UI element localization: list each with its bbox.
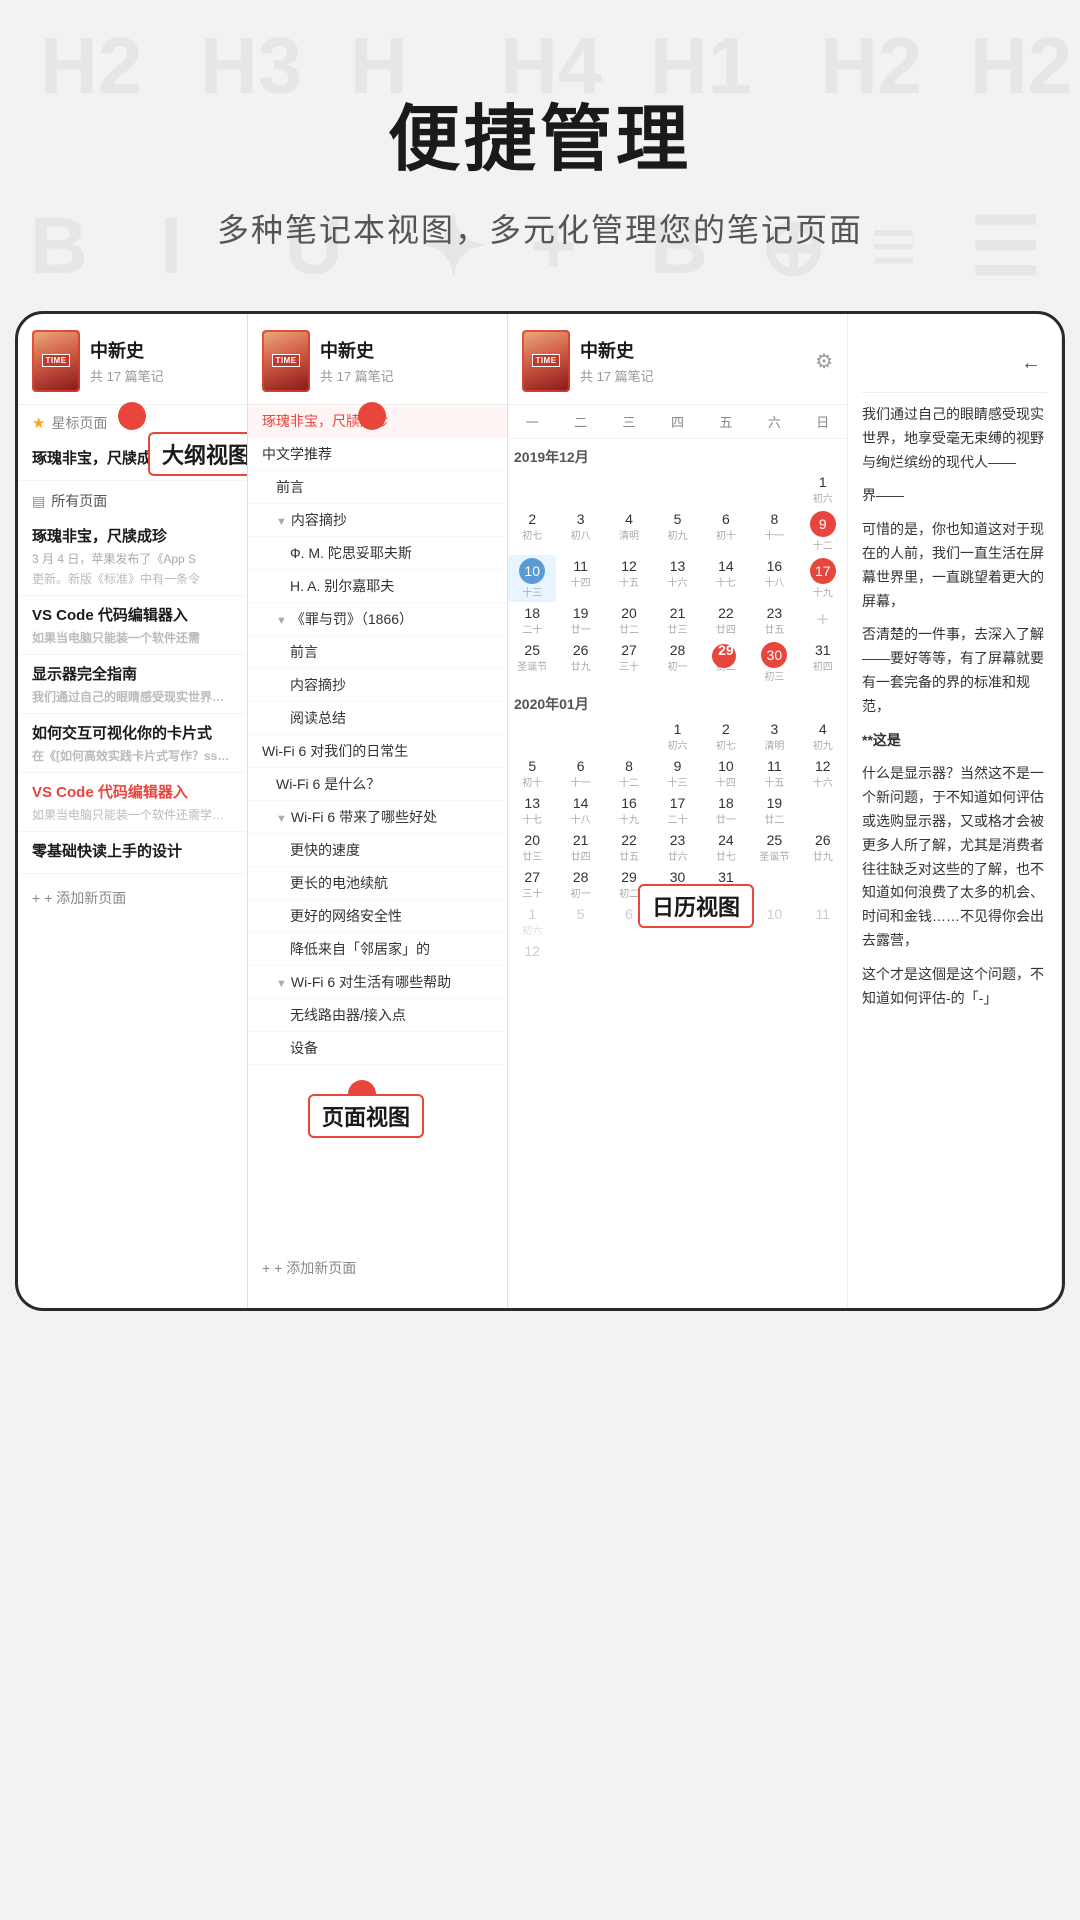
outline-item-14[interactable]: 更长的电池续航 bbox=[248, 867, 507, 900]
panel1-header: TIME 中新史 共 17 篇笔记 bbox=[18, 314, 247, 405]
outline-item-19[interactable]: 设备 bbox=[248, 1032, 507, 1065]
notebook-cover-1: TIME bbox=[32, 330, 80, 392]
list-note-vs2[interactable]: VS Code 代码编辑器入 如果当电脑只能装一个软件还需学习工作时，不知道你的… bbox=[18, 773, 247, 832]
notebook-cover-2: TIME bbox=[262, 330, 310, 392]
text-p7: 这个才是这個是这个问题，不知道如何评估-的「-」 bbox=[862, 963, 1047, 1011]
outline-item-12[interactable]: ▼Wi-Fi 6 带来了哪些好处 bbox=[248, 801, 507, 834]
list-note-display[interactable]: 显示器完全指南 我们通过自己的眼睛感受现实世界，受着毫无束缚的视野与绚烂缤纷 bbox=[18, 655, 247, 714]
outline-item-18[interactable]: 无线路由器/接入点 bbox=[248, 999, 507, 1032]
text-content-panel: ← 我们通过自己的眼睛感受现实世界，地享受毫无束缚的视野与绚烂缤纷的现代人—— … bbox=[848, 314, 1061, 1308]
ipad-frame: TIME 中新史 共 17 篇笔记 ★ 星标页面 琢瑰非宝，尺牍成珍 ▤ bbox=[15, 311, 1065, 1311]
add-page-label-1: + 添加新页面 bbox=[44, 888, 126, 908]
panel2-header: TIME 中新史 共 17 篇笔记 bbox=[248, 314, 507, 405]
outline-item-8[interactable]: 内容摘抄 bbox=[248, 669, 507, 702]
notebook-name-2: 中新史 bbox=[320, 337, 394, 363]
month-label-dec: 2019年12月 bbox=[508, 439, 847, 471]
notebook-count-2: 共 17 篇笔记 bbox=[320, 366, 394, 385]
month-label-jan: 2020年01月 bbox=[508, 686, 847, 718]
calendar-weekdays: 一 二 三 四 五 六 日 bbox=[508, 405, 847, 439]
back-icon[interactable]: ← bbox=[1021, 346, 1041, 380]
device-area: TIME 中新史 共 17 篇笔记 ★ 星标页面 琢瑰非宝，尺牍成珍 ▤ bbox=[0, 311, 1080, 1411]
add-page-btn-1[interactable]: + + 添加新页面 bbox=[18, 878, 247, 918]
notebook-count-1: 共 17 篇笔记 bbox=[90, 366, 164, 385]
calendar-section: TIME 中新史 共 17 篇笔记 ⚙ 一 二 三 四 五 六 bbox=[508, 314, 848, 1308]
callout-page: 页面视图 bbox=[308, 1094, 424, 1138]
outline-item-10[interactable]: Wi-Fi 6 对我们的日常生 bbox=[248, 735, 507, 768]
outline-item-3[interactable]: ▼内容摘抄 bbox=[248, 504, 507, 537]
calendar-dec: 1初六 2初七 3初八 4清明 5初九 6初十 8十一 9十二 10十三 11十… bbox=[508, 471, 847, 686]
annotation-dot-1 bbox=[118, 402, 146, 430]
outline-item-1[interactable]: 中文学推荐 bbox=[248, 438, 507, 471]
text-p2: 界—— bbox=[862, 484, 1047, 508]
document-icon: ▤ bbox=[32, 493, 45, 510]
callout-calendar: 日历视图 bbox=[638, 884, 754, 928]
starred-label: 星标页面 bbox=[51, 413, 107, 433]
list-note-vs1[interactable]: VS Code 代码编辑器入 如果当电脑只能装一个软件还需 bbox=[18, 596, 247, 655]
add-page-btn-2[interactable]: + + 添加新页面 bbox=[248, 1248, 370, 1288]
outline-item-7[interactable]: 前言 bbox=[248, 636, 507, 669]
text-p1: 我们通过自己的眼睛感受现实世界，地享受毫无束缚的视野与绚烂缤纷的现代人—— bbox=[862, 403, 1047, 474]
all-pages-label: 所有页面 bbox=[51, 491, 107, 511]
panel-outline: TIME 中新史 共 17 篇笔记 琢瑰非宝，尺牍成珍 中文学推荐 前言 ▼内容… bbox=[248, 314, 508, 1308]
plus-icon-2: + bbox=[262, 1260, 270, 1276]
text-p5: **这是 bbox=[862, 729, 1047, 753]
outline-item-2[interactable]: 前言 bbox=[248, 471, 507, 504]
outline-item-4[interactable]: Ф. M. 陀思妥耶夫斯 bbox=[248, 537, 507, 570]
outline-item-16[interactable]: 降低来自「邻居家」的 bbox=[248, 933, 507, 966]
outline-item-13[interactable]: 更快的速度 bbox=[248, 834, 507, 867]
annotation-dot-2 bbox=[358, 402, 386, 430]
panel3-header: TIME 中新史 共 17 篇笔记 ⚙ bbox=[508, 314, 847, 405]
notebook-name-1: 中新史 bbox=[90, 337, 164, 363]
list-note-design[interactable]: 零基础快读上手的设计 bbox=[18, 832, 247, 874]
panel-calendar: TIME 中新史 共 17 篇笔记 ⚙ 一 二 三 四 五 六 bbox=[508, 314, 1062, 1308]
page-subtitle: 多种笔记本视图，多元化管理您的笔记页面 bbox=[0, 205, 1080, 251]
page-title: 便捷管理 bbox=[0, 80, 1080, 185]
star-icon: ★ bbox=[32, 414, 45, 432]
outline-item-6[interactable]: ▼《罪与罚》（1866） bbox=[248, 603, 507, 636]
callout-outline: 大纲视图 bbox=[148, 432, 248, 476]
notebook-name-3: 中新史 bbox=[580, 337, 654, 363]
panel3-text-header: ← bbox=[862, 330, 1047, 393]
add-page-label-2: + 添加新页面 bbox=[274, 1258, 356, 1278]
text-p4: 否清楚的一件事，去深入了解——要好等等，有了屏幕就要有一套完备的界的标准和规范， bbox=[862, 623, 1047, 718]
panel-list: TIME 中新史 共 17 篇笔记 ★ 星标页面 琢瑰非宝，尺牍成珍 ▤ bbox=[18, 314, 248, 1308]
list-note-1[interactable]: 琢瑰非宝，尺牍成珍 3 月 4 日，苹果发布了《App S 更新。新版《标准》中… bbox=[18, 517, 247, 596]
notebook-cover-3: TIME bbox=[522, 330, 570, 392]
notebook-count-3: 共 17 篇笔记 bbox=[580, 366, 654, 385]
outline-item-17[interactable]: ▼Wi-Fi 6 对生活有哪些帮助 bbox=[248, 966, 507, 999]
outline-item-5[interactable]: H. A. 别尔嘉耶夫 bbox=[248, 570, 507, 603]
text-p3: 可惜的是，你也知道这对于现在的人前，我们一直生活在屏幕世界里，一直跳望着更大的屏… bbox=[862, 518, 1047, 613]
outline-item-11[interactable]: Wi-Fi 6 是什么？ bbox=[248, 768, 507, 801]
page-header: 便捷管理 多种笔记本视图，多元化管理您的笔记页面 bbox=[0, 0, 1080, 291]
all-pages-section: ▤ 所有页面 bbox=[18, 481, 247, 517]
outline-item-9[interactable]: 阅读总结 bbox=[248, 702, 507, 735]
list-note-card[interactable]: 如何交互可视化你的卡片式 在《[如何高效实践卡片式写作？sspai.com/po… bbox=[18, 714, 247, 773]
settings-icon[interactable]: ⚙ bbox=[815, 349, 833, 374]
plus-icon-1: + bbox=[32, 890, 40, 906]
text-p6: 什么是显示器？当然这不是一个新问题，于不知道如何评估或选购显示器，又或格才会被更… bbox=[862, 762, 1047, 952]
outline-item-15[interactable]: 更好的网络安全性 bbox=[248, 900, 507, 933]
